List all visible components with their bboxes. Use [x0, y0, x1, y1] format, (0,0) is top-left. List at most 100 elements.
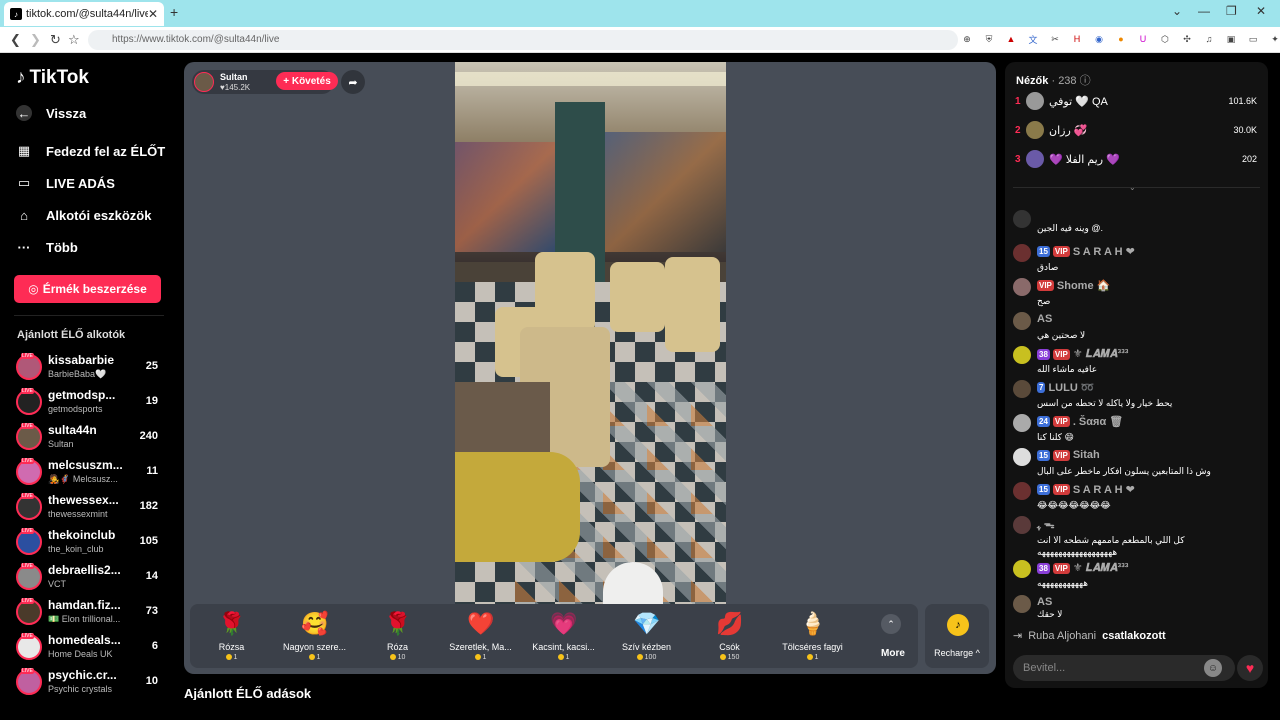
creator-item[interactable]: LIVE thekoinclub the_koin_club 105: [16, 528, 166, 560]
gift-price: 150: [688, 654, 771, 661]
tab-search-icon[interactable]: ⌄: [1172, 4, 1182, 18]
gift-item[interactable]: 💋 Csók 150: [688, 604, 771, 668]
house-icon: ⌂: [20, 207, 28, 223]
shield-icon[interactable]: ⛨: [982, 32, 996, 46]
gift-item[interactable]: 🍦 Tölcséres fagyi 1: [771, 604, 854, 668]
rose-icon: 🌹: [384, 611, 412, 636]
creator-item[interactable]: LIVE sulta44n Sultan 240: [16, 423, 166, 455]
bookmark-icon[interactable]: ☆: [68, 32, 80, 48]
minimize-icon[interactable]: —: [1198, 4, 1210, 18]
creator-item[interactable]: LIVE melcsuszm... 🧑‍🎤🦸 Melcsusz... 11: [16, 458, 166, 490]
reload-icon[interactable]: ↻: [50, 32, 61, 48]
viewers-header[interactable]: Nézők · 238 ⓘ: [1016, 72, 1091, 88]
url-input[interactable]: https://www.tiktok.com/@sulta44n/live: [88, 30, 958, 50]
cube-icon[interactable]: ⬡: [1158, 32, 1172, 46]
creator-item[interactable]: LIVE hamdan.fiz... 💵 Elon trillional... …: [16, 598, 166, 630]
wallet-icon[interactable]: ▭: [1246, 32, 1260, 46]
creator-item[interactable]: LIVE psychic.cr... Psychic crystals 10: [16, 668, 166, 700]
nav-explore-live[interactable]: ▦ Fedezd fel az ÉLŐT: [16, 143, 165, 159]
new-tab-icon[interactable]: +: [170, 4, 178, 20]
viewer-count: 14: [145, 570, 158, 582]
top-viewer-row[interactable]: 2 رزان 💞 30.0K: [1015, 121, 1259, 141]
more-gifts-button[interactable]: ⌃ More: [873, 604, 913, 668]
video-scene-chair: [610, 262, 665, 332]
maximize-icon[interactable]: ❐: [1226, 4, 1237, 18]
video-scene-mural: [605, 132, 726, 252]
viewers-count: · 238: [1051, 75, 1077, 87]
avatar: [1013, 210, 1031, 228]
viewer-count: 73: [145, 605, 158, 617]
gift-item[interactable]: 🌹 Róza 10: [356, 604, 439, 668]
joined-username: Ruba Aljohani: [1028, 629, 1097, 642]
zoom-icon[interactable]: ⊕: [960, 32, 974, 46]
gift-price: 1: [273, 654, 356, 661]
top-viewer-row[interactable]: 1 توفي 🤍 QA 101.6K: [1015, 92, 1259, 112]
rank-number: 3: [1015, 154, 1021, 165]
live-video[interactable]: [455, 62, 726, 604]
gift-item[interactable]: 💎 Szív kézben 100: [605, 604, 688, 668]
emoji-icon[interactable]: ☺: [1204, 659, 1222, 677]
sidebar-icon[interactable]: ▣: [1224, 32, 1238, 46]
level-badge: 15: [1037, 449, 1050, 461]
gift-price: 100: [605, 654, 688, 661]
follow-button[interactable]: + Követés: [276, 72, 338, 90]
chat-user: VIP Shome 🏠: [1037, 279, 1110, 292]
chevron-down-icon[interactable]: ⌄: [1129, 183, 1136, 192]
recharge-button[interactable]: ♪ Recharge ^: [925, 604, 989, 668]
viewer-count: 10: [145, 675, 158, 687]
translate-icon[interactable]: 文: [1026, 32, 1040, 46]
back-icon[interactable]: ❮: [10, 32, 21, 48]
gift-price-value: 1: [482, 654, 487, 661]
gift-price: 1: [439, 654, 522, 661]
chat-input[interactable]: Bevitel...: [1013, 655, 1235, 681]
creator-item[interactable]: LIVE kissabarbie BarbieBaba🤍 25: [16, 353, 166, 385]
close-window-icon[interactable]: ✕: [1256, 4, 1266, 18]
gift-item[interactable]: 💗 Kacsint, kacsi... 1: [522, 604, 605, 668]
forward-icon[interactable]: ❯: [30, 32, 41, 48]
host-avatar[interactable]: [194, 72, 214, 92]
puzzle-icon[interactable]: ✣: [1180, 32, 1194, 46]
wink-heart-icon: 💗: [550, 611, 578, 636]
get-coins-button[interactable]: ◎ Érmék beszerzése: [14, 275, 161, 303]
heart-icon[interactable]: ♥: [1237, 655, 1263, 681]
tiktok-logo[interactable]: ♪ TikTok: [16, 67, 89, 89]
back-link[interactable]: ← Vissza: [16, 105, 86, 121]
browser-tab[interactable]: ♪ tiktok.com/@sulta44n/live ✕: [4, 2, 164, 26]
close-tab-icon[interactable]: ✕: [148, 7, 158, 21]
gift-item[interactable]: ❤️ Szeretlek, Ma... 1: [439, 604, 522, 668]
gift-price-value: 100: [644, 654, 657, 661]
creator-item[interactable]: LIVE homedeals... Home Deals UK 6: [16, 633, 166, 665]
coin-icon: [308, 654, 315, 661]
music-icon[interactable]: ♫: [1202, 32, 1216, 46]
colors-icon[interactable]: ●: [1114, 32, 1128, 46]
gift-price: 1: [190, 654, 273, 661]
creator-item[interactable]: LIVE thewessex... thewessexmint 182: [16, 493, 166, 525]
chat-username: ⚜ 𝑳𝑨𝑴𝑨³³³: [1072, 348, 1129, 360]
chat-username: AS: [1037, 313, 1053, 325]
avatar: [1013, 278, 1031, 296]
hls-icon[interactable]: H: [1070, 32, 1084, 46]
warning-icon[interactable]: ▲: [1004, 32, 1018, 46]
host-info[interactable]: Sultan ♥145.2K + Követés: [192, 70, 338, 94]
share-icon[interactable]: ➦: [341, 70, 365, 94]
globe-icon[interactable]: ◉: [1092, 32, 1106, 46]
nav-more[interactable]: ··· Több: [16, 239, 78, 255]
u-shield-icon[interactable]: U: [1136, 32, 1150, 46]
nav-creator-tools[interactable]: ⌂ Alkotói eszközök: [16, 207, 151, 223]
host-name: Sultan: [220, 72, 248, 82]
scissors-icon[interactable]: ✂: [1048, 32, 1062, 46]
gift-item[interactable]: 🌹 Rózsa 1: [190, 604, 273, 668]
avatar: [1013, 414, 1031, 432]
joined-text: csatlakozott: [1102, 629, 1166, 642]
gift-item[interactable]: 🥰 Nagyon szere... 1: [273, 604, 356, 668]
nav-go-live[interactable]: ▭ LIVE ADÁS: [16, 175, 115, 191]
sparkle-icon[interactable]: ✦: [1268, 32, 1280, 46]
creator-name: getmodsp...: [48, 388, 116, 402]
help-icon[interactable]: ⓘ: [1080, 75, 1091, 87]
top-viewer-row[interactable]: 3 💜 ريم الفلا 💜 202: [1015, 150, 1259, 170]
chat-text: كلنا كنا 😄: [1037, 432, 1074, 442]
chat-user: AS: [1037, 596, 1052, 608]
chat-username: . Šαяα 🗑: [1072, 416, 1124, 428]
creator-item[interactable]: LIVE getmodsp... getmodsports 19: [16, 388, 166, 420]
creator-item[interactable]: LIVE debraellis2... VCT 14: [16, 563, 166, 595]
